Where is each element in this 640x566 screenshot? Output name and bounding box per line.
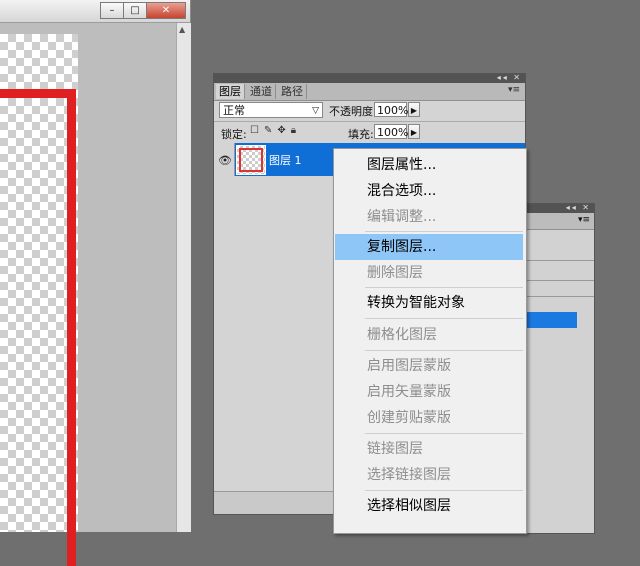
lock-label: 锁定: [221,128,247,141]
menu-separator [365,350,523,351]
vertical-scrollbar[interactable]: ▲ [176,23,191,532]
menu-separator [365,231,523,232]
menu-item-select-linked-layers[interactable]: 选择链接图层 [335,462,523,488]
blend-mode-value: 正常 [223,104,245,117]
eye-icon: 👁︎ [218,154,232,167]
menu-item-enable-layer-mask[interactable]: 启用图层蒙版 [335,353,523,379]
panel-top-bar[interactable]: ◂◂ ✕ [214,73,525,83]
divider [214,121,525,122]
lock-all-icon[interactable]: 🔒︎ [291,125,296,136]
tab-channels[interactable]: 通道 [247,84,276,99]
panel-collapse-icon[interactable]: ◂◂ ✕ [497,73,522,82]
layer-thumbnail[interactable] [236,145,266,175]
opacity-input[interactable]: 100% [374,102,408,117]
document-titlebar: – □ ✕ [0,0,190,23]
lock-image-icon[interactable]: ✎ [264,125,272,136]
document-canvas[interactable] [0,34,78,566]
fill-input[interactable]: 100% [374,124,408,139]
menu-item-duplicate-layer[interactable]: 复制图层... [335,234,523,260]
close-button[interactable]: ✕ [147,2,186,19]
opacity-slider-button[interactable]: ▶ [408,102,420,117]
menu-item-rasterize-layer[interactable]: 栅格化图层 [335,322,523,348]
panel-menu-icon[interactable]: ▾≡ [508,85,520,95]
menu-item-edit-adjustment[interactable]: 编辑调整... [335,204,523,230]
fill-slider-button[interactable]: ▶ [408,124,420,139]
red-frame-shape [0,89,76,566]
thumbnail-frame [239,148,263,172]
lock-position-icon[interactable]: ✥ [277,125,285,136]
tab-layers[interactable]: 图层 [216,84,245,99]
chevron-down-icon: ▽ [312,106,319,116]
panel-collapse-icon[interactable]: ◂◂ ✕ [566,203,591,212]
panel-tabs: 图层 通道 路径 ▾≡ [214,83,525,101]
menu-separator [365,433,523,434]
menu-item-create-clipping-mask[interactable]: 创建剪贴蒙版 [335,405,523,431]
layer-context-menu: 图层属性... 混合选项... 编辑调整... 复制图层... 删除图层 转换为… [333,148,527,534]
layer-name[interactable]: 图层 1 [269,152,302,168]
window-controls: – □ ✕ [100,2,186,19]
scroll-up-arrow-icon[interactable]: ▲ [179,25,185,34]
document-window: – □ ✕ ▲ [0,0,191,566]
panel-menu-icon[interactable]: ▾≡ [578,215,590,225]
lock-options: ☐ ✎ ✥ 🔒︎ [250,125,296,136]
menu-item-select-similar-layers[interactable]: 选择相似图层 [335,493,523,519]
opacity-label: 不透明度: [329,105,377,118]
visibility-toggle[interactable]: 👁︎ [214,143,235,176]
menu-separator [365,318,523,319]
minimize-button[interactable]: – [100,2,124,19]
menu-item-convert-to-smart-object[interactable]: 转换为智能对象 [335,290,523,316]
fill-label: 填充: [348,128,374,141]
lock-transparent-icon[interactable]: ☐ [250,125,259,136]
tab-paths[interactable]: 路径 [278,84,307,99]
blend-mode-select[interactable]: 正常 ▽ [219,102,323,118]
menu-separator [365,287,523,288]
menu-item-layer-properties[interactable]: 图层属性... [335,152,523,178]
menu-item-blending-options[interactable]: 混合选项... [335,178,523,204]
menu-item-delete-layer[interactable]: 删除图层 [335,260,523,286]
restore-button[interactable]: □ [124,2,147,19]
menu-separator [365,490,523,491]
menu-item-link-layers[interactable]: 链接图层 [335,436,523,462]
menu-item-enable-vector-mask[interactable]: 启用矢量蒙版 [335,379,523,405]
